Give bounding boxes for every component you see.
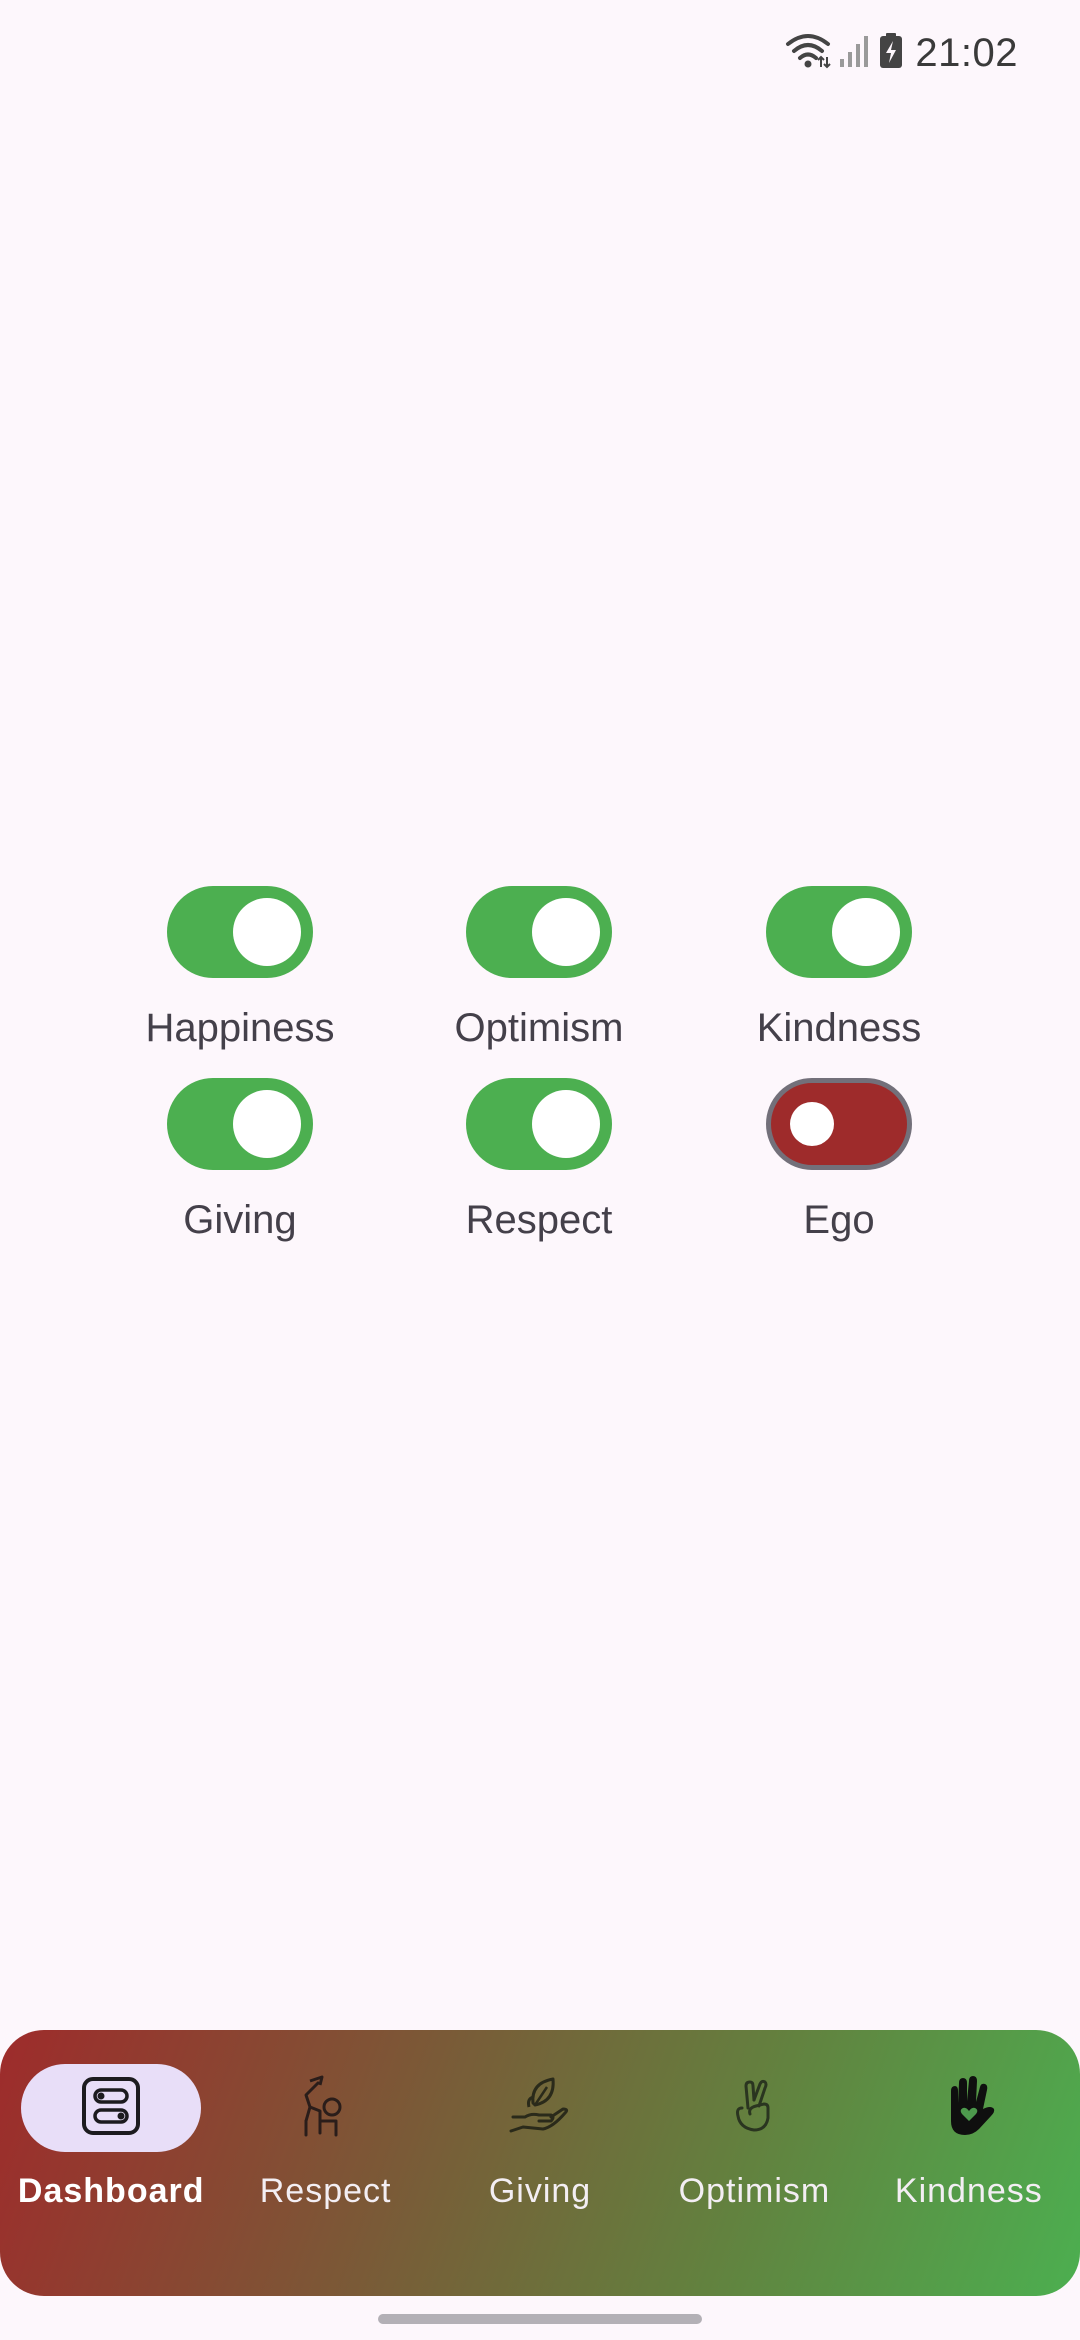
dashboard-toggles-icon [81,2076,141,2141]
nav-label: Optimism [678,2172,831,2210]
toggle-label: Ego [803,1198,875,1242]
nav-item-respect[interactable]: Respect [218,2030,432,2296]
toggle-label: Respect [465,1198,613,1242]
nav-icon-wrap [450,2064,630,2152]
nav-label: Dashboard [17,2172,205,2210]
toggle-label: Kindness [756,1006,922,1050]
nav-icon-wrap [664,2064,844,2152]
toggle-giving[interactable]: Giving [90,1078,390,1248]
toggle-optimism[interactable]: Optimism [389,886,689,1056]
switch-knob [832,898,900,966]
nav-item-optimism[interactable]: Optimism [647,2030,861,2296]
happiness-switch[interactable] [167,886,313,978]
hand-heart-icon [941,2075,997,2142]
switch-knob [532,898,600,966]
status-icons: 21:02 [785,30,1018,76]
toggle-respect[interactable]: Respect [389,1078,689,1248]
bottom-navigation: Dashboard Respect Giving Optimism Kindne… [0,2030,1080,2296]
crossed-fingers-icon [730,2078,778,2139]
optimism-switch[interactable] [466,886,612,978]
nav-item-dashboard[interactable]: Dashboard [4,2030,218,2296]
nav-label: Respect [259,2172,392,2210]
switch-knob [532,1090,600,1158]
toggle-label: Optimism [454,1006,624,1050]
switch-knob [233,898,301,966]
nav-item-kindness[interactable]: Kindness [862,2030,1076,2296]
ego-switch[interactable] [766,1078,912,1170]
nav-label: Giving [488,2172,592,2210]
respect-bow-icon [296,2073,356,2144]
nav-label: Kindness [894,2172,1043,2210]
toggle-label: Happiness [145,1006,335,1050]
signal-icon [839,34,871,73]
status-bar: 21:02 [0,0,1080,104]
toggle-grid: Happiness Optimism Kindness Giving Respe… [0,0,1080,2340]
wifi-icon [785,33,832,74]
switch-knob [790,1102,834,1146]
nav-icon-wrap [236,2064,416,2152]
kindness-switch[interactable] [766,886,912,978]
battery-charging-icon [879,32,903,74]
toggle-happiness[interactable]: Happiness [90,886,390,1056]
giving-switch[interactable] [167,1078,313,1170]
giving-hand-plant-icon [507,2073,573,2144]
nav-icon-wrap [879,2064,1059,2152]
toggle-ego[interactable]: Ego [689,1078,989,1248]
respect-switch[interactable] [466,1078,612,1170]
nav-item-giving[interactable]: Giving [433,2030,647,2296]
switch-knob [233,1090,301,1158]
home-gesture-bar[interactable] [378,2314,702,2324]
toggle-label: Giving [183,1198,297,1242]
status-time: 21:02 [915,30,1018,75]
nav-active-indicator [21,2064,202,2152]
toggle-kindness[interactable]: Kindness [689,886,989,1056]
